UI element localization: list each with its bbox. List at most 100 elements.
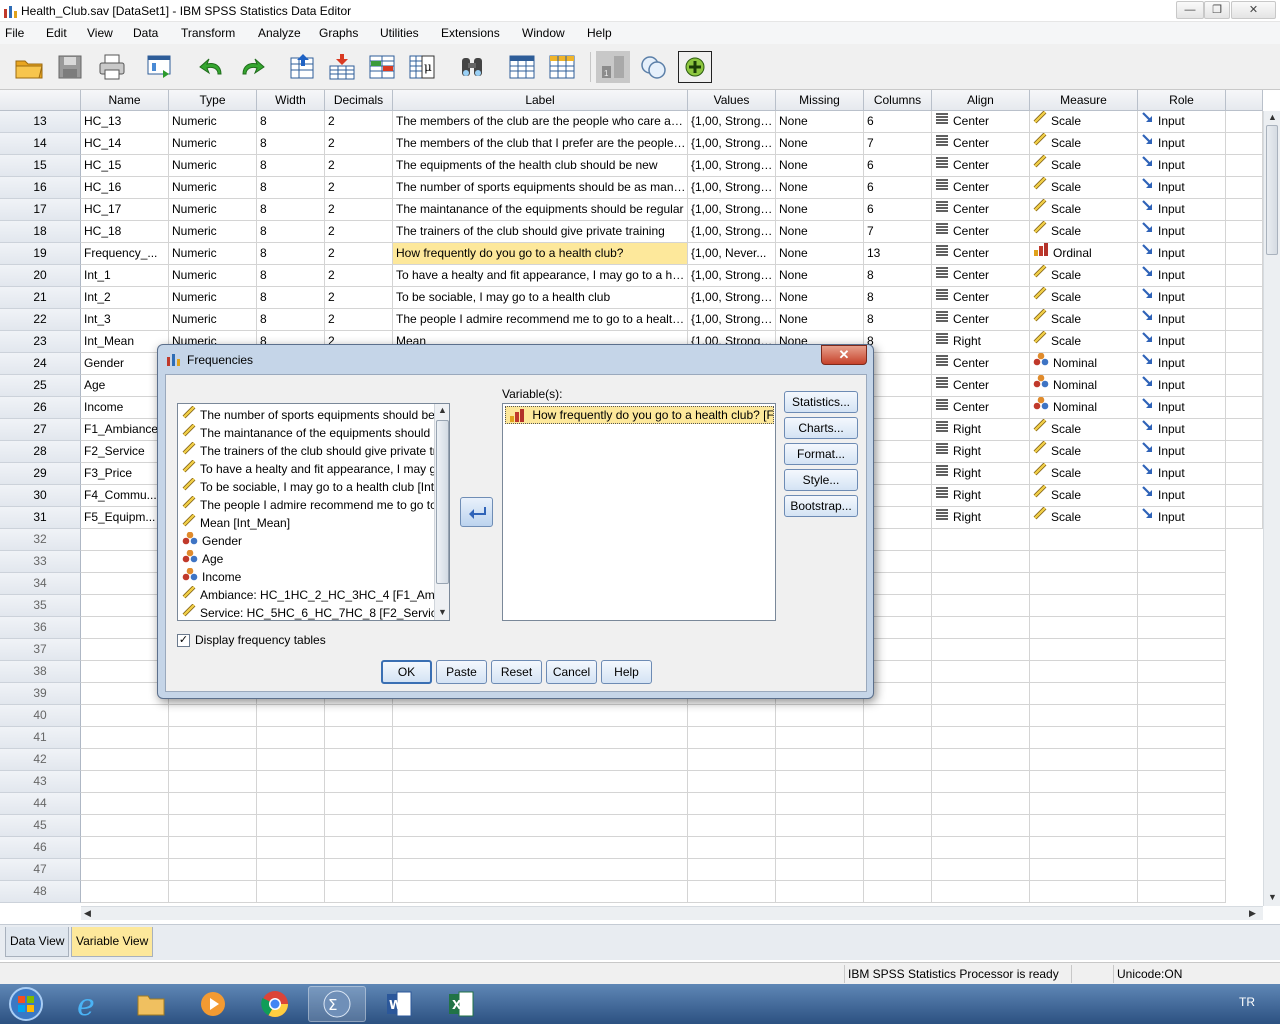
close-button[interactable]: ✕ (1231, 1, 1276, 19)
cell-label[interactable]: How frequently do you go to a health clu… (393, 243, 688, 265)
cell-name[interactable]: HC_14 (81, 133, 169, 155)
cell-role[interactable]: Input (1138, 309, 1226, 331)
column-header-decimals[interactable]: Decimals (325, 90, 393, 111)
empty-cell[interactable] (325, 859, 393, 881)
source-variable-item[interactable]: Gender (182, 532, 434, 550)
empty-cell[interactable] (257, 705, 325, 727)
cell-align[interactable]: Center (932, 375, 1030, 397)
empty-cell[interactable] (932, 617, 1030, 639)
scroll-down-icon[interactable]: ▼ (1268, 892, 1277, 902)
row-number[interactable]: 30 (0, 485, 81, 507)
cell-values[interactable]: {1,00, Strongly... (688, 155, 776, 177)
cell-role[interactable]: Input (1138, 111, 1226, 133)
source-variable-list[interactable]: The number of sports equipments should b… (177, 403, 450, 621)
cancel-button[interactable]: Cancel (546, 660, 597, 684)
empty-cell[interactable] (1138, 617, 1226, 639)
cell-align[interactable]: Center (932, 287, 1030, 309)
value-labels-icon[interactable] (636, 51, 670, 83)
empty-cell[interactable] (1138, 573, 1226, 595)
cell-name[interactable]: F3_Price (81, 463, 169, 485)
cell-role[interactable]: Input (1138, 155, 1226, 177)
column-header-columns[interactable]: Columns (864, 90, 932, 111)
empty-cell[interactable] (864, 683, 932, 705)
empty-cell[interactable] (1138, 837, 1226, 859)
empty-cell[interactable] (688, 705, 776, 727)
source-variable-item[interactable]: The maintanance of the equipments should… (182, 424, 434, 442)
cell-type[interactable]: Numeric (169, 221, 257, 243)
cell-decimals[interactable]: 2 (325, 243, 393, 265)
cell-type[interactable]: Numeric (169, 133, 257, 155)
cell-label[interactable]: To be sociable, I may go to a health clu… (393, 287, 688, 309)
media-player-icon[interactable] (184, 986, 242, 1022)
empty-cell[interactable] (1030, 551, 1138, 573)
empty-cell[interactable] (932, 793, 1030, 815)
cell-measure[interactable]: Scale (1030, 485, 1138, 507)
empty-cell[interactable] (81, 617, 169, 639)
cell-role[interactable]: Input (1138, 375, 1226, 397)
cell-values[interactable]: {1,00, Strongly... (688, 133, 776, 155)
empty-cell[interactable] (81, 815, 169, 837)
cell-decimals[interactable]: 2 (325, 133, 393, 155)
cell-role[interactable]: Input (1138, 485, 1226, 507)
cell-align[interactable]: Center (932, 155, 1030, 177)
cell-decimals[interactable]: 2 (325, 155, 393, 177)
cell-name[interactable]: Income (81, 397, 169, 419)
row-number[interactable]: 31 (0, 507, 81, 529)
charts-button[interactable]: Charts... (784, 417, 858, 439)
cell-columns[interactable]: 6 (864, 155, 932, 177)
cell-columns[interactable] (864, 397, 932, 419)
empty-cell[interactable] (257, 727, 325, 749)
cell-align[interactable]: Center (932, 265, 1030, 287)
empty-cell[interactable] (1138, 529, 1226, 551)
empty-cell[interactable] (864, 815, 932, 837)
row-number[interactable]: 26 (0, 397, 81, 419)
empty-cell[interactable] (257, 815, 325, 837)
cell-measure[interactable]: Scale (1030, 441, 1138, 463)
empty-cell[interactable] (1138, 749, 1226, 771)
row-number[interactable]: 23 (0, 331, 81, 353)
empty-cell[interactable] (776, 859, 864, 881)
cell-missing[interactable]: None (776, 155, 864, 177)
cell-values[interactable]: {1,00, Strongly... (688, 177, 776, 199)
empty-cell[interactable] (1030, 595, 1138, 617)
cell-type[interactable]: Numeric (169, 155, 257, 177)
empty-cell[interactable] (1138, 881, 1226, 903)
target-variable-item[interactable]: How frequently do you go to a health clu… (505, 406, 774, 424)
empty-cell[interactable] (169, 771, 257, 793)
tab-data-view[interactable]: Data View (5, 927, 70, 957)
empty-cell[interactable] (393, 793, 688, 815)
excel-icon[interactable]: X (432, 986, 490, 1022)
cell-decimals[interactable]: 2 (325, 309, 393, 331)
cell-values[interactable]: {1,00, Strongly... (688, 287, 776, 309)
empty-cell[interactable] (776, 727, 864, 749)
row-number[interactable]: 21 (0, 287, 81, 309)
empty-cell[interactable] (1030, 771, 1138, 793)
menu-help[interactable]: Help (587, 26, 612, 40)
cell-role[interactable]: Input (1138, 441, 1226, 463)
save-icon[interactable] (53, 51, 87, 83)
source-variable-item[interactable]: Service: HC_5HC_6_HC_7HC_8 [F2_Service] (182, 604, 434, 620)
empty-cell[interactable] (169, 727, 257, 749)
column-header-name[interactable]: Name (81, 90, 169, 111)
cell-type[interactable]: Numeric (169, 243, 257, 265)
cell-missing[interactable]: None (776, 111, 864, 133)
locale-indicator[interactable]: TR (1239, 995, 1255, 1009)
empty-cell[interactable] (776, 771, 864, 793)
style-button[interactable]: Style... (784, 469, 858, 491)
empty-cell[interactable] (81, 639, 169, 661)
empty-cell[interactable] (257, 771, 325, 793)
empty-cell[interactable] (1138, 705, 1226, 727)
cell-role[interactable]: Input (1138, 177, 1226, 199)
redo-icon[interactable] (235, 51, 269, 83)
cell-align[interactable]: Center (932, 111, 1030, 133)
cell-name[interactable]: F5_Equipm... (81, 507, 169, 529)
horizontal-scrollbar[interactable]: ◀ ▶ (81, 906, 1263, 920)
empty-cell[interactable] (932, 749, 1030, 771)
row-number[interactable]: 34 (0, 573, 81, 595)
empty-cell[interactable] (393, 859, 688, 881)
cell-width[interactable]: 8 (257, 133, 325, 155)
cell-measure[interactable]: Scale (1030, 177, 1138, 199)
empty-cell[interactable] (81, 661, 169, 683)
cell-missing[interactable]: None (776, 177, 864, 199)
cell-label[interactable]: The number of sports equipments should b… (393, 177, 688, 199)
